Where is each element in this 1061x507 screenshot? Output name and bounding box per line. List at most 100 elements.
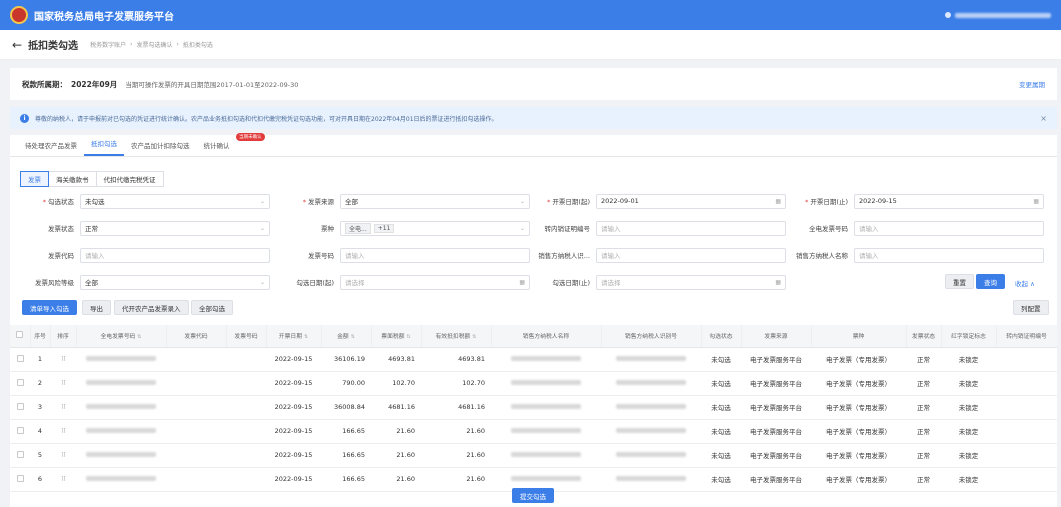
row-checkbox[interactable] <box>10 443 30 468</box>
tab-pending-agri[interactable]: 待处理农产品发票 <box>18 140 84 156</box>
column-header[interactable]: 有效抵扣税额 ⇅ <box>421 325 492 348</box>
cell-invoice-code <box>166 467 226 492</box>
breadcrumb-item[interactable]: 税务数字账户 <box>90 40 126 49</box>
table-row[interactable]: 3 ⠿ 2022-09-15 36008.84 4681.16 4681.16 未勾选 电子发… <box>10 395 1057 420</box>
filter-invoice-source: * 发票来源 全部 ⌄ <box>280 193 530 209</box>
row-checkbox[interactable] <box>10 347 30 372</box>
filter-row: 发票代码 请输入 发票号码 请输入 销售方纳税人识... 请输入 销售方纳税人名… <box>10 247 1057 263</box>
sort-icon[interactable]: ⇅ <box>472 334 476 340</box>
row-checkbox[interactable] <box>10 395 30 420</box>
cell-valid-tax: 102.70 <box>421 371 491 396</box>
seller-tax-id-redacted <box>601 467 701 492</box>
select-all-button[interactable]: 全部勾选 <box>191 300 233 315</box>
table-row[interactable]: 2 ⠿ 2022-09-15 790.00 102.70 102.70 未勾选 电子发票服务平… <box>10 371 1057 396</box>
column-header[interactable]: 票面税额 ⇅ <box>371 325 422 348</box>
column-header[interactable]: 金额 ⇅ <box>321 325 372 348</box>
seller-name-redacted <box>491 371 601 396</box>
subtab-customs[interactable]: 海关缴款书 <box>48 171 97 187</box>
sort-icon[interactable]: ⇅ <box>304 334 308 340</box>
full-invoice-no-input[interactable]: 请输入 <box>854 220 1044 236</box>
sort-icon[interactable]: ⇅ <box>137 334 141 340</box>
submit-check-button[interactable]: 提交勾选 <box>512 488 554 503</box>
table-header-row: 序号 排序 全电发票号码 ⇅ 发票代码 发票号码 开票日期 ⇅ 金额 ⇅ 票面税额 ⇅ … <box>10 325 1057 348</box>
drag-handle-icon[interactable]: ⠿ <box>50 347 76 372</box>
breadcrumb-item[interactable]: 发票勾选确认 <box>136 40 172 49</box>
tab-deduction-check[interactable]: 抵扣勾选 <box>84 138 124 156</box>
cell-invoice-status: 正常 <box>906 371 941 396</box>
tab-agri-extra[interactable]: 农产品加计扣除勾选 <box>124 140 197 156</box>
drag-handle-icon[interactable]: ⠿ <box>50 419 76 444</box>
calendar-icon: ▦ <box>775 278 781 286</box>
export-button[interactable]: 导出 <box>82 300 111 315</box>
drag-handle-icon[interactable]: ⠿ <box>50 443 76 468</box>
sort-icon[interactable]: ⇅ <box>407 334 411 340</box>
cell-ticket-type: 电子发票（专用发票） <box>811 443 906 468</box>
query-button[interactable]: 查询 <box>976 274 1005 289</box>
sort-icon[interactable]: ⇅ <box>351 334 355 340</box>
period-value: 2022年09月 <box>71 79 118 89</box>
close-icon[interactable]: × <box>1040 114 1047 123</box>
drag-handle-icon[interactable]: ⠿ <box>50 371 76 396</box>
bulk-import-button[interactable]: 清单导入勾选 <box>22 300 77 315</box>
tab-stat-confirm[interactable]: 统计确认 当期未确认 <box>197 133 265 156</box>
filter-issue-date-end: * 开票日期(止) 2022-09-15 ▦ <box>794 193 1044 209</box>
cell-transfer-no <box>996 395 1057 420</box>
row-checkbox[interactable] <box>10 467 30 492</box>
full-invoice-no-redacted <box>76 419 166 444</box>
calendar-icon: ▦ <box>775 197 781 205</box>
cell-tax: 4681.16 <box>371 395 421 420</box>
filter-label: 勾选状态 <box>48 198 74 206</box>
chevron-down-icon: ⌄ <box>519 197 525 205</box>
filter-seller-name: 销售方纳税人名称 请输入 <box>794 247 1044 263</box>
row-index: 1 <box>30 347 50 372</box>
column-header: 销售方纳税人名称 <box>491 325 602 348</box>
seller-name-input[interactable]: 请输入 <box>854 247 1044 263</box>
cell-amount: 166.65 <box>321 419 371 444</box>
column-header[interactable]: 开票日期 ⇅ <box>266 325 322 348</box>
back-arrow-icon[interactable]: ← <box>12 38 22 52</box>
invoice-source-select[interactable]: 全部 ⌄ <box>340 193 530 209</box>
agri-invoice-import-button[interactable]: 代开农产品发票录入 <box>114 300 189 315</box>
seller-tax-id-redacted <box>601 347 701 372</box>
calendar-icon: ▦ <box>1033 197 1039 205</box>
drag-handle-icon[interactable]: ⠿ <box>50 467 76 492</box>
cell-invoice-no <box>226 371 266 396</box>
seller-tax-id-redacted <box>601 395 701 420</box>
table-row[interactable]: 1 ⠿ 2022-09-15 36106.19 4693.81 4693.81 未勾选 电子发… <box>10 347 1057 372</box>
column-header: 序号 <box>30 325 51 348</box>
column-header[interactable]: 全电发票号码 ⇅ <box>76 325 167 348</box>
check-date-end-picker[interactable]: 请选择 ▦ <box>596 274 786 290</box>
column-header: 发票号码 <box>226 325 267 348</box>
check-date-start-picker[interactable]: 请选择 ▦ <box>340 274 530 290</box>
subtab-invoice[interactable]: 发票 <box>20 171 49 187</box>
row-checkbox[interactable] <box>10 419 30 444</box>
table-row[interactable]: 5 ⠿ 2022-09-15 166.65 21.60 21.60 未勾选 电子发票服务平台电… <box>10 443 1057 468</box>
row-checkbox[interactable] <box>10 371 30 396</box>
change-period-link[interactable]: 变更属期 <box>1019 79 1045 89</box>
seller-tax-id-input[interactable]: 请输入 <box>596 247 786 263</box>
invoice-no-input[interactable]: 请输入 <box>340 247 530 263</box>
column-config-button[interactable]: 列配置 <box>1013 300 1049 315</box>
invoice-status-select[interactable]: 正常 ⌄ <box>80 220 270 236</box>
user-menu[interactable] <box>945 12 1051 18</box>
transfer-no-input[interactable]: 请输入 <box>596 220 786 236</box>
issue-date-end-picker[interactable]: 2022-09-15 ▦ <box>854 193 1044 209</box>
subtab-withholding[interactable]: 代扣代缴完税凭证 <box>95 171 164 187</box>
cell-ticket-type: 电子发票（专用发票） <box>811 419 906 444</box>
invoice-code-input[interactable]: 请输入 <box>80 247 270 263</box>
cell-invoice-source: 电子发票服务平台 <box>741 371 811 396</box>
cell-issue-date: 2022-09-15 <box>266 419 321 444</box>
reset-button[interactable]: 重置 <box>945 274 974 289</box>
selected-chip: 全电... <box>345 222 371 234</box>
table-row[interactable]: 4 ⠿ 2022-09-15 166.65 21.60 21.60 未勾选 电子发票服务平台电… <box>10 419 1057 444</box>
drag-handle-icon[interactable]: ⠿ <box>50 395 76 420</box>
ticket-type-multiselect[interactable]: 全电... +11 ⌄ <box>340 220 530 236</box>
check-status-select[interactable]: 未勾选 ⌄ <box>80 193 270 209</box>
cell-red-lock: 未锁定 <box>941 347 996 372</box>
filter-label: 发票状态 <box>48 225 74 233</box>
select-all-checkbox[interactable] <box>10 325 31 348</box>
issue-date-start-picker[interactable]: 2022-09-01 ▦ <box>596 193 786 209</box>
filter-label: 发票来源 <box>308 198 334 206</box>
risk-level-select[interactable]: 全部 ⌄ <box>80 274 270 290</box>
collapse-toggle[interactable]: 收起 ∧ <box>1015 278 1035 288</box>
